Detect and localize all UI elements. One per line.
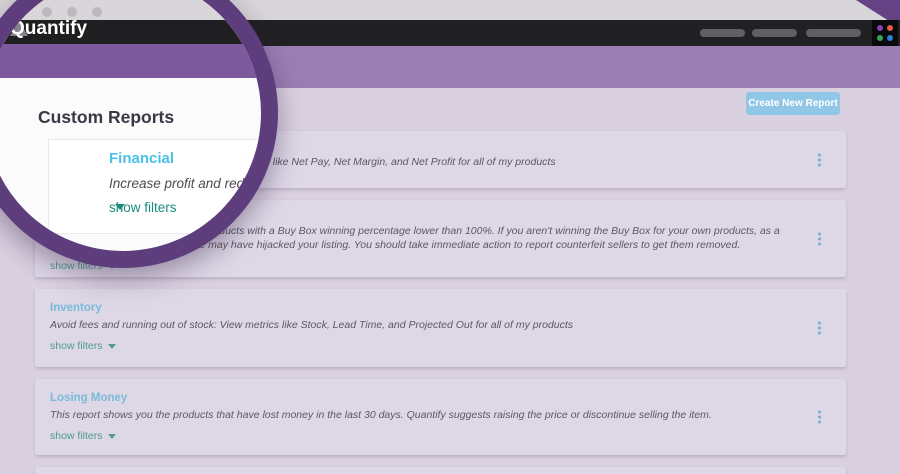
kebab-menu-icon[interactable] [815,229,824,248]
apps-dot-orange [887,25,893,31]
nav-pill[interactable] [806,29,861,37]
report-card-financial: Financial Increase profit and reduce los… [48,139,266,234]
show-filters-toggle[interactable]: show filters [50,430,116,442]
nav-pill[interactable] [700,29,745,37]
kebab-menu-icon[interactable] [815,150,824,169]
brand-name: Quantify [10,17,88,39]
window-control-dot [42,7,52,17]
report-title[interactable]: Inventory [50,302,786,314]
kebab-menu-icon[interactable] [815,319,824,338]
report-title[interactable]: Financial [109,150,261,167]
nav-pill[interactable] [752,29,797,37]
report-card-partial [35,467,846,474]
lens-top-navbar: Quantify [0,18,261,44]
show-filters-toggle[interactable]: show filters [109,200,177,215]
report-card-inventory: Inventory Avoid fees and running out of … [35,289,846,367]
show-filters-label: show filters [109,199,177,215]
apps-dot-green [877,35,883,41]
show-filters-label: show filters [50,430,103,442]
show-filters-toggle[interactable]: show filters [50,340,116,352]
report-description: Increase profit and reduce losses: View … [109,176,266,191]
chevron-down-icon [107,433,116,439]
report-card-losing-money: Losing Money This report shows you the p… [35,379,846,455]
brand-logo: Quantify [10,18,87,39]
magnifier-overlay: Quantify Custom Reports Financial Increa… [0,0,278,268]
window-control-dot [67,7,77,17]
apps-grid-icon[interactable] [872,20,898,46]
report-title[interactable]: Losing Money [50,392,786,404]
page-title: Custom Reports [38,107,175,127]
chevron-down-icon [107,343,116,349]
window-control-dot [92,7,102,17]
create-new-report-button[interactable]: Create New Report [746,92,840,115]
show-filters-label: show filters [50,340,103,352]
kebab-menu-icon[interactable] [815,408,824,427]
apps-dot-purple [877,25,883,31]
apps-dot-blue [887,35,893,41]
report-description: Avoid fees and running out of stock: Vie… [50,319,574,331]
lens-header-band [0,44,261,78]
report-description: This report shows you the products that … [50,409,712,421]
